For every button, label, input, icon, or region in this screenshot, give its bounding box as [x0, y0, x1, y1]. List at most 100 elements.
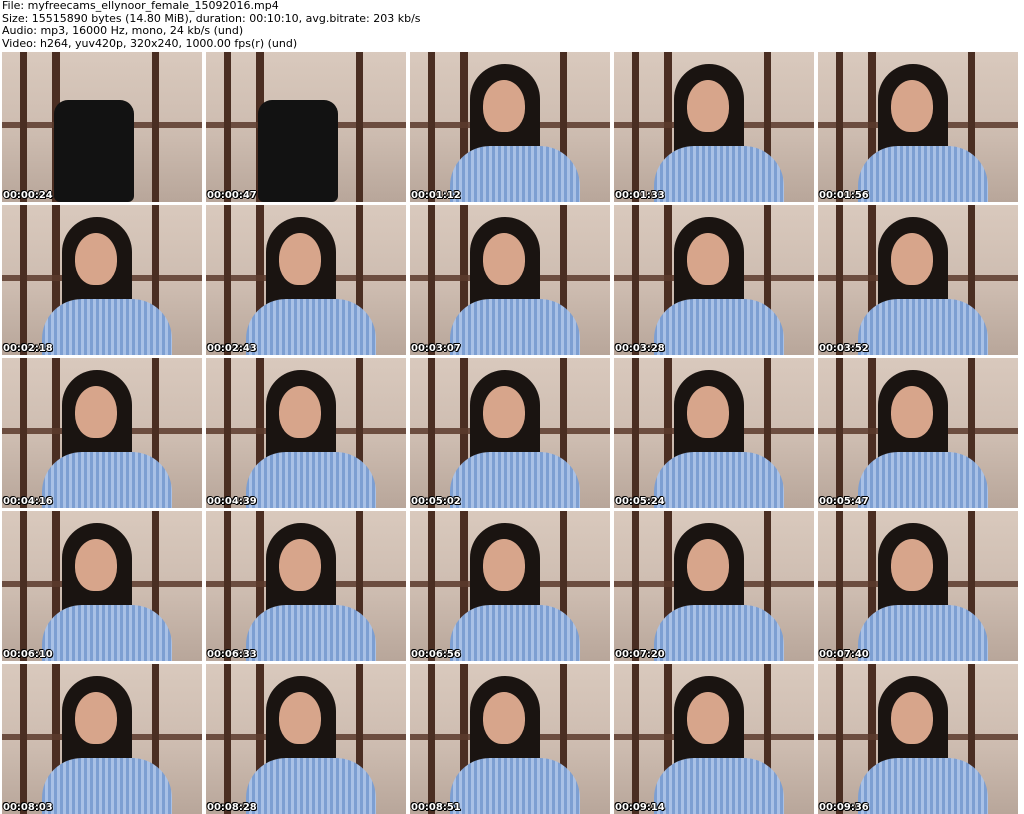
- video-thumbnail: 00:09:14: [614, 664, 814, 814]
- wall-post: [20, 52, 27, 202]
- video-thumbnail: 00:00:24: [2, 52, 202, 202]
- video-thumbnail: 00:05:02: [410, 358, 610, 508]
- person-figure: [858, 217, 998, 355]
- thumbnail-timestamp: 00:02:43: [207, 343, 257, 354]
- thumbnail-timestamp: 00:09:14: [615, 802, 665, 813]
- thumbnail-timestamp: 00:00:47: [207, 190, 257, 201]
- audio-info-line: Audio: mp3, 16000 Hz, mono, 24 kb/s (und…: [2, 24, 244, 37]
- wall-post: [224, 52, 231, 202]
- wall-post: [428, 358, 435, 508]
- person-figure: [858, 370, 998, 508]
- wall-post: [20, 358, 27, 508]
- wall-post: [224, 205, 231, 355]
- thumbnail-timestamp: 00:05:02: [411, 496, 461, 507]
- person-figure: [654, 370, 794, 508]
- person-figure: [654, 523, 794, 661]
- person-figure: [858, 676, 998, 814]
- thumbnail-timestamp: 00:08:03: [3, 802, 53, 813]
- wall-post: [20, 664, 27, 814]
- thumbnail-timestamp: 00:02:18: [3, 343, 53, 354]
- wall-post: [428, 511, 435, 661]
- person-figure: [450, 523, 590, 661]
- video-thumbnail: 00:00:47: [206, 52, 406, 202]
- thumbnail-timestamp: 00:07:20: [615, 649, 665, 660]
- video-thumbnail: 00:08:03: [2, 664, 202, 814]
- video-thumbnail: 00:06:33: [206, 511, 406, 661]
- file-name-line: File: myfreecams_ellynoor_female_1509201…: [2, 0, 279, 12]
- video-thumbnail: 00:07:40: [818, 511, 1018, 661]
- video-thumbnail: 00:05:24: [614, 358, 814, 508]
- video-thumbnail: 00:03:07: [410, 205, 610, 355]
- video-thumbnail: 00:07:20: [614, 511, 814, 661]
- thumbnail-timestamp: 00:01:33: [615, 190, 665, 201]
- person-figure: [450, 217, 590, 355]
- wall-post: [356, 52, 363, 202]
- thumbnail-timestamp: 00:01:12: [411, 190, 461, 201]
- wall-post: [836, 205, 843, 355]
- file-info-header: File: myfreecams_ellynoor_female_1509201…: [2, 0, 421, 50]
- wall-post: [836, 511, 843, 661]
- video-thumbnail: 00:01:12: [410, 52, 610, 202]
- person-figure: [450, 370, 590, 508]
- wall-post: [224, 511, 231, 661]
- wall-post: [224, 664, 231, 814]
- person-figure: [450, 64, 590, 202]
- video-thumbnail: 00:06:56: [410, 511, 610, 661]
- thumbnail-timestamp: 00:05:47: [819, 496, 869, 507]
- video-thumbnail: 00:05:47: [818, 358, 1018, 508]
- thumbnail-timestamp: 00:03:52: [819, 343, 869, 354]
- wall-post: [632, 664, 639, 814]
- person-figure: [654, 217, 794, 355]
- video-thumbnail: 00:04:16: [2, 358, 202, 508]
- thumbnail-timestamp: 00:03:28: [615, 343, 665, 354]
- wall-post: [632, 358, 639, 508]
- person-figure: [42, 217, 182, 355]
- thumbnail-timestamp: 00:07:40: [819, 649, 869, 660]
- wall-post: [836, 52, 843, 202]
- person-figure: [858, 64, 998, 202]
- thumbnail-timestamp: 00:01:56: [819, 190, 869, 201]
- wall-post: [224, 358, 231, 508]
- thumbnail-timestamp: 00:09:36: [819, 802, 869, 813]
- person-figure: [42, 523, 182, 661]
- wall-post: [152, 52, 159, 202]
- person-figure: [246, 523, 386, 661]
- video-thumbnail: 00:06:10: [2, 511, 202, 661]
- office-chair: [54, 100, 134, 202]
- video-thumbnail: 00:09:36: [818, 664, 1018, 814]
- wall-post: [632, 511, 639, 661]
- thumbnail-timestamp: 00:03:07: [411, 343, 461, 354]
- video-thumbnail: 00:08:28: [206, 664, 406, 814]
- wall-post: [428, 205, 435, 355]
- wall-post: [20, 205, 27, 355]
- thumbnail-timestamp: 00:06:10: [3, 649, 53, 660]
- wall-post: [428, 52, 435, 202]
- person-figure: [42, 676, 182, 814]
- person-figure: [858, 523, 998, 661]
- thumbnail-grid: 00:00:24 00:00:47 00:01:12 00:01:33 00:01:56…: [2, 52, 1022, 814]
- thumbnail-timestamp: 00:04:16: [3, 496, 53, 507]
- person-figure: [654, 676, 794, 814]
- wall-post: [836, 664, 843, 814]
- person-figure: [246, 370, 386, 508]
- video-thumbnail: 00:08:51: [410, 664, 610, 814]
- video-thumbnail: 00:01:56: [818, 52, 1018, 202]
- person-figure: [42, 370, 182, 508]
- wall-post: [632, 205, 639, 355]
- video-thumbnail: 00:02:43: [206, 205, 406, 355]
- wall-post: [632, 52, 639, 202]
- video-info-line: Video: h264, yuv420p, 320x240, 1000.00 f…: [2, 36, 298, 50]
- wall-post: [428, 664, 435, 814]
- video-thumbnail: 00:01:33: [614, 52, 814, 202]
- video-thumbnail: 00:03:52: [818, 205, 1018, 355]
- thumbnail-timestamp: 00:05:24: [615, 496, 665, 507]
- thumbnail-timestamp: 00:06:56: [411, 649, 461, 660]
- wall-post: [836, 358, 843, 508]
- person-figure: [246, 676, 386, 814]
- person-figure: [246, 217, 386, 355]
- wall-post: [20, 511, 27, 661]
- thumbnail-timestamp: 00:04:39: [207, 496, 257, 507]
- video-thumbnail: 00:02:18: [2, 205, 202, 355]
- video-thumbnail: 00:04:39: [206, 358, 406, 508]
- thumbnail-timestamp: 00:06:33: [207, 649, 257, 660]
